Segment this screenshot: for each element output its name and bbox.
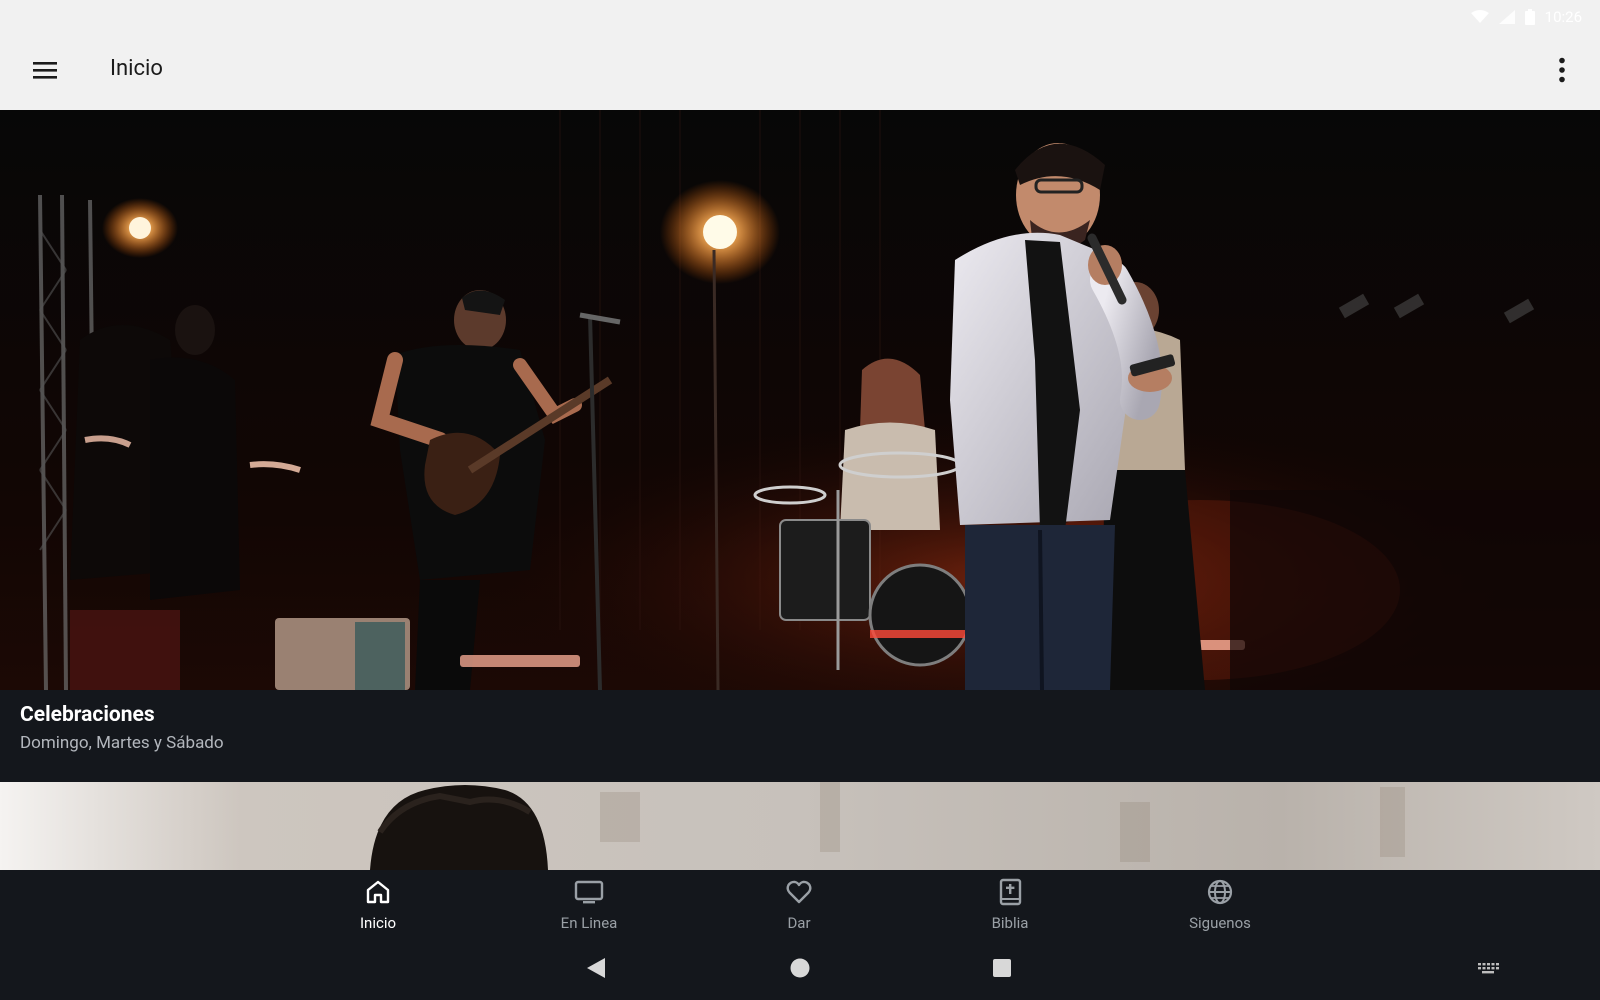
second-card-image[interactable]	[0, 782, 1600, 870]
concert-scene-illustration	[0, 110, 1600, 690]
nav-label-siguenos: Siguenos	[1189, 914, 1251, 932]
signal-icon	[1498, 10, 1515, 24]
nav-item-inicio[interactable]: Inicio	[313, 878, 443, 936]
status-time: 10:26	[1544, 8, 1582, 26]
featured-image[interactable]	[0, 110, 1600, 690]
nav-label-dar: Dar	[787, 914, 811, 932]
nav-item-en-linea[interactable]: En Linea	[524, 878, 654, 936]
bible-icon	[996, 878, 1024, 910]
featured-caption[interactable]: Celebraciones Domingo, Martes y Sábado	[0, 690, 1600, 782]
system-recents-button[interactable]	[984, 954, 1020, 986]
tv-icon	[574, 878, 604, 910]
overflow-menu-button[interactable]	[1542, 52, 1582, 92]
nav-item-biblia[interactable]: Biblia	[945, 878, 1075, 936]
back-icon	[585, 956, 607, 984]
home-circle-icon	[789, 957, 811, 983]
nav-item-dar[interactable]: Dar	[734, 878, 864, 936]
menu-button[interactable]	[24, 52, 66, 92]
keyboard-icon	[1476, 960, 1500, 980]
nav-item-siguenos[interactable]: Siguenos	[1155, 878, 1285, 936]
heart-icon	[785, 878, 813, 910]
more-vert-icon	[1558, 57, 1566, 87]
portrait-illustration	[0, 782, 1600, 870]
featured-subtitle: Domingo, Martes y Sábado	[20, 733, 224, 753]
featured-title: Celebraciones	[20, 703, 155, 727]
system-navigation-bar	[0, 940, 1600, 1000]
nav-label-biblia: Biblia	[991, 914, 1029, 932]
status-bar: 10:26	[0, 0, 1600, 34]
page-title: Inicio	[110, 56, 163, 81]
recents-icon	[991, 957, 1013, 983]
globe-icon	[1206, 878, 1234, 910]
battery-icon	[1524, 9, 1535, 25]
nav-label-en-linea: En Linea	[560, 914, 618, 932]
home-icon	[364, 878, 392, 910]
hamburger-menu-icon	[32, 60, 58, 84]
bottom-navigation: Inicio En Linea Dar Biblia Siguenos	[0, 870, 1600, 940]
app-bar: Inicio	[0, 34, 1600, 110]
nav-label-inicio: Inicio	[359, 914, 397, 932]
system-back-button[interactable]	[578, 954, 614, 986]
wifi-icon	[1470, 10, 1489, 24]
system-keyboard-button[interactable]	[1470, 954, 1506, 986]
system-home-button[interactable]	[782, 954, 818, 986]
